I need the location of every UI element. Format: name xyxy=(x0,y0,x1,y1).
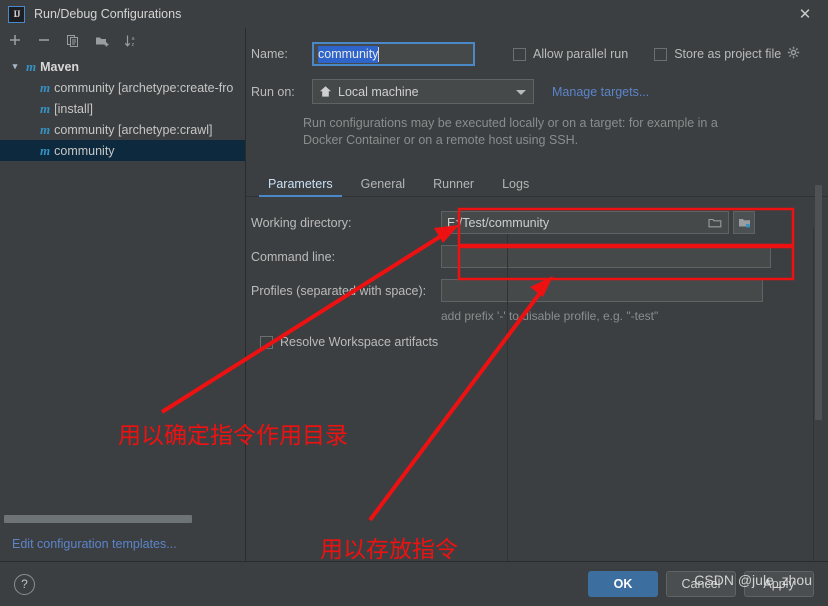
tree-item-label: community xyxy=(54,143,115,158)
chevron-down-icon[interactable] xyxy=(516,89,526,95)
text-caret xyxy=(378,46,380,62)
sort-configurations-button[interactable]: a z xyxy=(122,32,140,50)
folder-icon[interactable] xyxy=(708,217,722,232)
maven-icon: m xyxy=(40,121,51,137)
resolve-workspace-artifacts-checkbox[interactable]: Resolve Workspace artifacts xyxy=(251,335,828,349)
name-row: Name: community Allow parallel run Store… xyxy=(246,42,828,66)
ok-button[interactable]: OK xyxy=(588,571,658,597)
gear-icon[interactable] xyxy=(787,46,801,63)
command-line-label: Command line: xyxy=(251,249,336,264)
tree-group-maven[interactable]: ▾ m Maven xyxy=(0,56,245,77)
manage-targets-link[interactable]: Manage targets... xyxy=(552,85,649,99)
configurations-sidebar: a z ▾ m Maven m community [archetype:cre… xyxy=(0,28,246,561)
working-directory-row: Working directory: E:/Test/community xyxy=(251,211,828,234)
chevron-down-icon[interactable]: ▾ xyxy=(8,61,22,72)
profiles-label: Profiles (separated with space): xyxy=(251,283,427,298)
tree-item-label: community [archetype:crawl] xyxy=(54,122,213,137)
edit-configuration-templates-link[interactable]: Edit configuration templates... xyxy=(0,527,245,561)
command-line-input[interactable] xyxy=(441,245,771,268)
working-directory-value: E:/Test/community xyxy=(447,215,550,230)
tab-parameters[interactable]: Parameters xyxy=(254,177,347,197)
editor-vertical-scrollbar[interactable] xyxy=(815,185,822,420)
tree-item-community-archetype-create[interactable]: m community [archetype:create-fro xyxy=(0,77,245,98)
allow-parallel-run-checkbox[interactable]: Allow parallel run xyxy=(513,47,628,61)
maven-icon: m xyxy=(40,79,51,95)
tab-general[interactable]: General xyxy=(347,177,419,196)
run-on-label: Run on: xyxy=(251,84,295,99)
insert-macro-icon[interactable] xyxy=(733,211,755,234)
add-configuration-button[interactable] xyxy=(6,32,24,50)
name-input[interactable]: community xyxy=(312,42,475,66)
dialog-buttons: OK Cancel Apply xyxy=(588,571,814,597)
store-as-project-file-checkbox[interactable]: Store as project file xyxy=(654,47,781,61)
scrollbar-thumb[interactable] xyxy=(4,515,192,523)
tree-item-community[interactable]: m community xyxy=(0,140,245,161)
home-icon xyxy=(319,85,332,98)
annotation-command-line: 用以存放指令 xyxy=(320,537,458,563)
tab-runner[interactable]: Runner xyxy=(419,177,488,196)
checkbox-box[interactable] xyxy=(513,47,526,61)
tab-logs[interactable]: Logs xyxy=(488,177,543,196)
dialog-footer: ? OK Cancel Apply xyxy=(0,561,828,606)
title-bar: IJ Run/Debug Configurations ✕ xyxy=(0,0,828,28)
tree-item-install[interactable]: m [install] xyxy=(0,98,245,119)
resolve-workspace-artifacts-label: Resolve Workspace artifacts xyxy=(280,335,439,349)
profiles-row: Profiles (separated with space): xyxy=(251,279,828,302)
run-on-description: Run configurations may be executed local… xyxy=(303,116,718,147)
cancel-button[interactable]: Cancel xyxy=(666,571,736,597)
remove-configuration-button[interactable] xyxy=(35,32,53,50)
apply-button[interactable]: Apply xyxy=(744,571,814,597)
allow-parallel-run-label: Allow parallel run xyxy=(533,47,629,61)
tree-item-label: Maven xyxy=(40,59,80,74)
run-on-row: Run on: Local machine Manage targets... xyxy=(246,79,828,104)
working-directory-label: Working directory: xyxy=(251,215,352,230)
maven-icon: m xyxy=(40,142,51,158)
name-input-value: community xyxy=(318,45,379,63)
tree-item-label: [install] xyxy=(54,101,94,116)
name-label: Name: xyxy=(251,47,288,61)
sidebar-toolbar: a z xyxy=(0,28,245,53)
intellij-idea-icon: IJ xyxy=(8,5,25,23)
store-as-project-file-label: Store as project file xyxy=(674,47,782,61)
help-button[interactable]: ? xyxy=(14,573,35,595)
profiles-input[interactable] xyxy=(441,279,763,302)
new-folder-button[interactable] xyxy=(93,32,111,50)
sidebar-horizontal-scrollbar[interactable] xyxy=(4,515,241,523)
tree-item-community-archetype-crawl[interactable]: m community [archetype:crawl] xyxy=(0,119,245,140)
run-on-select[interactable]: Local machine xyxy=(312,79,534,104)
working-directory-input[interactable]: E:/Test/community xyxy=(441,211,729,234)
svg-text:z: z xyxy=(131,42,134,48)
profiles-hint: add prefix '-' to disable profile, e.g. … xyxy=(441,309,659,323)
checkbox-box[interactable] xyxy=(260,335,273,349)
copy-configuration-button[interactable] xyxy=(64,32,82,50)
configuration-editor-panel: Name: community Allow parallel run Store… xyxy=(246,28,828,561)
command-line-row: Command line: xyxy=(251,245,828,268)
window-title: Run/Debug Configurations xyxy=(34,7,182,21)
tree-item-label: community [archetype:create-fro xyxy=(54,80,234,95)
maven-icon: m xyxy=(26,58,37,74)
run-on-value: Local machine xyxy=(338,84,419,99)
maven-icon: m xyxy=(40,100,51,116)
dialog-body: a z ▾ m Maven m community [archetype:cre… xyxy=(0,28,828,561)
configuration-tabs: Parameters General Runner Logs xyxy=(246,171,828,197)
close-icon[interactable]: ✕ xyxy=(782,0,828,28)
parameters-form: Working directory: E:/Test/community Com… xyxy=(246,197,828,349)
annotation-working-directory: 用以确定指令作用目录 xyxy=(118,423,348,449)
checkbox-box[interactable] xyxy=(654,47,668,61)
